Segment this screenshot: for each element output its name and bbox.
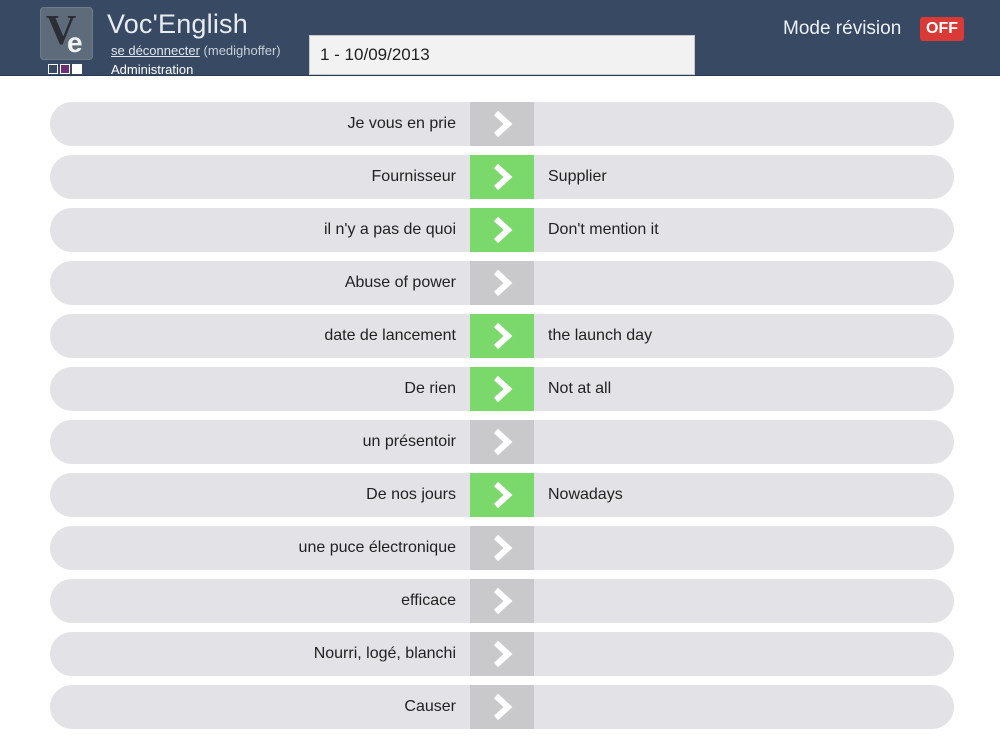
chevron-right-icon xyxy=(493,428,513,456)
french-term: Je vous en prie xyxy=(347,115,456,132)
english-translation: the launch day xyxy=(548,327,653,344)
user-line: se déconnecter (medighoffer) xyxy=(111,43,281,58)
english-translation: Supplier xyxy=(548,168,607,185)
theme-swatches xyxy=(48,64,82,74)
revision-mode-toggle[interactable]: OFF xyxy=(920,17,964,41)
chevron-right-icon xyxy=(493,269,513,297)
reveal-translation-button[interactable] xyxy=(470,632,534,676)
french-term: date de lancement xyxy=(324,327,456,344)
logo-letter-e: e xyxy=(67,27,83,58)
theme-swatch-blue[interactable] xyxy=(48,64,58,74)
reveal-translation-button[interactable] xyxy=(470,685,534,729)
reveal-translation-button[interactable] xyxy=(470,261,534,305)
revision-mode-label: Mode révision xyxy=(783,18,902,39)
theme-swatch-purple[interactable] xyxy=(60,64,70,74)
english-translation: Nowadays xyxy=(548,486,623,503)
french-term: De nos jours xyxy=(366,486,456,503)
chevron-right-icon xyxy=(493,163,513,191)
french-term: un présentoir xyxy=(362,433,456,450)
chevron-right-icon xyxy=(493,216,513,244)
username-label: (medighoffer) xyxy=(203,43,281,58)
reveal-translation-button[interactable] xyxy=(470,155,534,199)
vocab-row: il n'y a pas de quoi Don't mention it xyxy=(50,208,954,252)
reveal-translation-button[interactable] xyxy=(470,473,534,517)
english-translation: Not at all xyxy=(548,380,612,397)
vocab-row: efficace xyxy=(50,579,954,623)
theme-swatch-white[interactable] xyxy=(72,64,82,74)
vocab-row: Abuse of power xyxy=(50,261,954,305)
reveal-translation-button[interactable] xyxy=(470,102,534,146)
administration-link[interactable]: Administration xyxy=(111,62,193,77)
french-term: Causer xyxy=(404,698,456,715)
vocab-row: un présentoir xyxy=(50,420,954,464)
app-logo: V e xyxy=(40,7,93,60)
logout-link[interactable]: se déconnecter xyxy=(111,43,200,58)
vocab-row: De rien Not at all xyxy=(50,367,954,411)
vocab-row: Nourri, logé, blanchi xyxy=(50,632,954,676)
reveal-translation-button[interactable] xyxy=(470,367,534,411)
chevron-right-icon xyxy=(493,534,513,562)
french-term: efficace xyxy=(401,592,456,609)
chevron-right-icon xyxy=(493,481,513,509)
chevron-right-icon xyxy=(493,640,513,668)
french-term: Abuse of power xyxy=(344,274,456,291)
reveal-translation-button[interactable] xyxy=(470,526,534,570)
chevron-right-icon xyxy=(493,693,513,721)
french-term: De rien xyxy=(404,380,456,397)
top-bar: V e Voc'English se déconnecter (medighof… xyxy=(0,0,1000,77)
french-term: une puce électronique xyxy=(298,539,456,556)
french-term: Fournisseur xyxy=(371,168,456,185)
chevron-right-icon xyxy=(493,375,513,403)
reveal-translation-button[interactable] xyxy=(470,420,534,464)
chevron-right-icon xyxy=(493,110,513,138)
vocab-row: date de lancement the launch day xyxy=(50,314,954,358)
reveal-translation-button[interactable] xyxy=(470,314,534,358)
vocab-row: Je vous en prie xyxy=(50,102,954,146)
vocab-row: Causer xyxy=(50,685,954,729)
vocab-row: une puce électronique xyxy=(50,526,954,570)
english-translation: Don't mention it xyxy=(548,221,659,238)
app-title: Voc'English xyxy=(107,9,248,39)
chevron-right-icon xyxy=(493,587,513,615)
list-selector[interactable]: 1 - 10/09/2013 xyxy=(309,35,695,75)
vocab-row: Fournisseur Supplier xyxy=(50,155,954,199)
vocabulary-list: Je vous en prie Fournisseur Supplier il n'y… xyxy=(50,102,954,738)
reveal-translation-button[interactable] xyxy=(470,579,534,623)
vocab-row: De nos jours Nowadays xyxy=(50,473,954,517)
chevron-right-icon xyxy=(493,322,513,350)
french-term: il n'y a pas de quoi xyxy=(323,221,456,238)
reveal-translation-button[interactable] xyxy=(470,208,534,252)
french-term: Nourri, logé, blanchi xyxy=(313,645,456,662)
